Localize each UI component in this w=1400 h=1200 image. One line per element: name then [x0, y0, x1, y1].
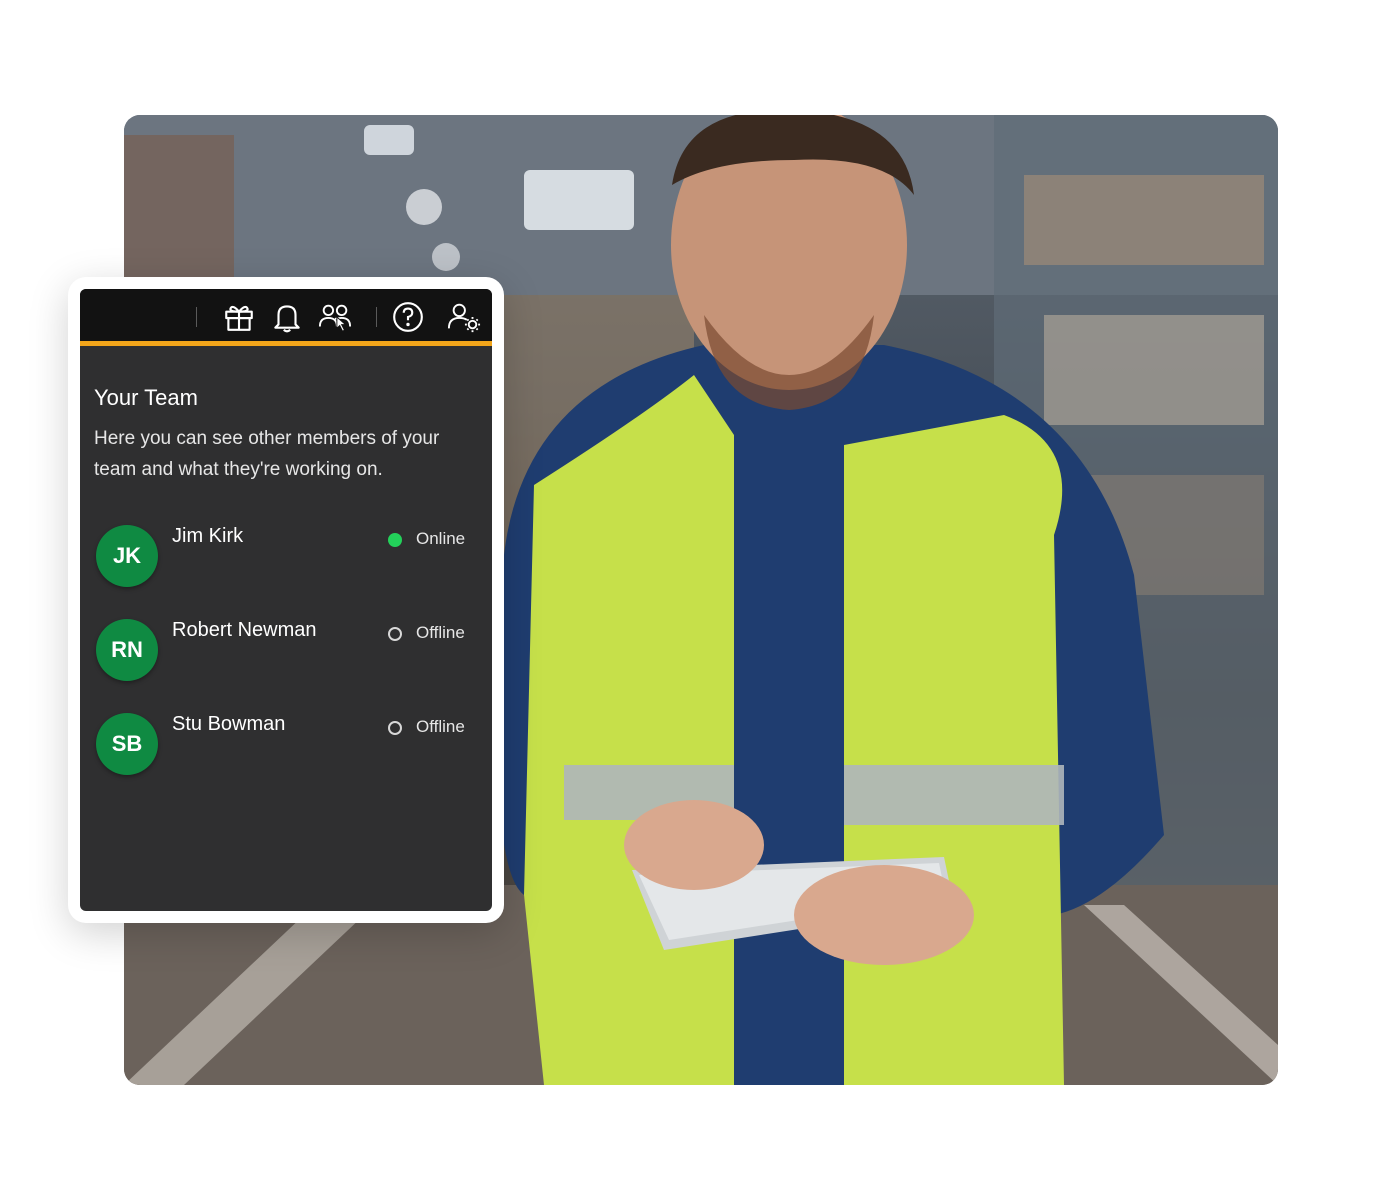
bell-icon: [274, 305, 300, 333]
member-name: Stu Bowman: [172, 713, 286, 735]
panel-title: Your Team: [94, 385, 198, 410]
user-settings-button[interactable]: [446, 299, 482, 335]
offline-status-icon: [388, 627, 402, 641]
panel-description: Here you can see other members of your t…: [94, 428, 440, 480]
avatar: RN: [96, 619, 158, 681]
member-name: Robert Newman: [172, 619, 317, 641]
avatar: SB: [96, 713, 158, 775]
team-icon: [318, 304, 352, 332]
online-status-icon: [388, 533, 402, 547]
team-panel: Your Team Here you can see other members…: [80, 289, 492, 911]
help-button[interactable]: [390, 299, 426, 335]
team-button[interactable]: [317, 299, 353, 335]
notifications-button[interactable]: [269, 299, 305, 335]
member-status: Offline: [416, 717, 465, 736]
help-icon: [393, 302, 423, 332]
team-member-row[interactable]: RN Robert Newman Offline: [80, 619, 492, 689]
toolbar-divider: [196, 307, 197, 327]
toolbar-divider: [376, 307, 377, 327]
member-name: Jim Kirk: [172, 525, 244, 547]
team-card: Your Team Here you can see other members…: [68, 277, 504, 923]
gift-icon: [225, 305, 253, 331]
gift-button[interactable]: [221, 299, 257, 335]
member-status: Online: [416, 529, 466, 548]
avatar: JK: [96, 525, 158, 587]
offline-status-icon: [388, 721, 402, 735]
team-member-row[interactable]: SB Stu Bowman Offline: [80, 713, 492, 783]
user-settings-icon: [447, 303, 481, 333]
top-toolbar: [80, 289, 492, 346]
team-member-row[interactable]: JK Jim Kirk Online: [80, 525, 492, 595]
member-status: Offline: [416, 623, 465, 642]
